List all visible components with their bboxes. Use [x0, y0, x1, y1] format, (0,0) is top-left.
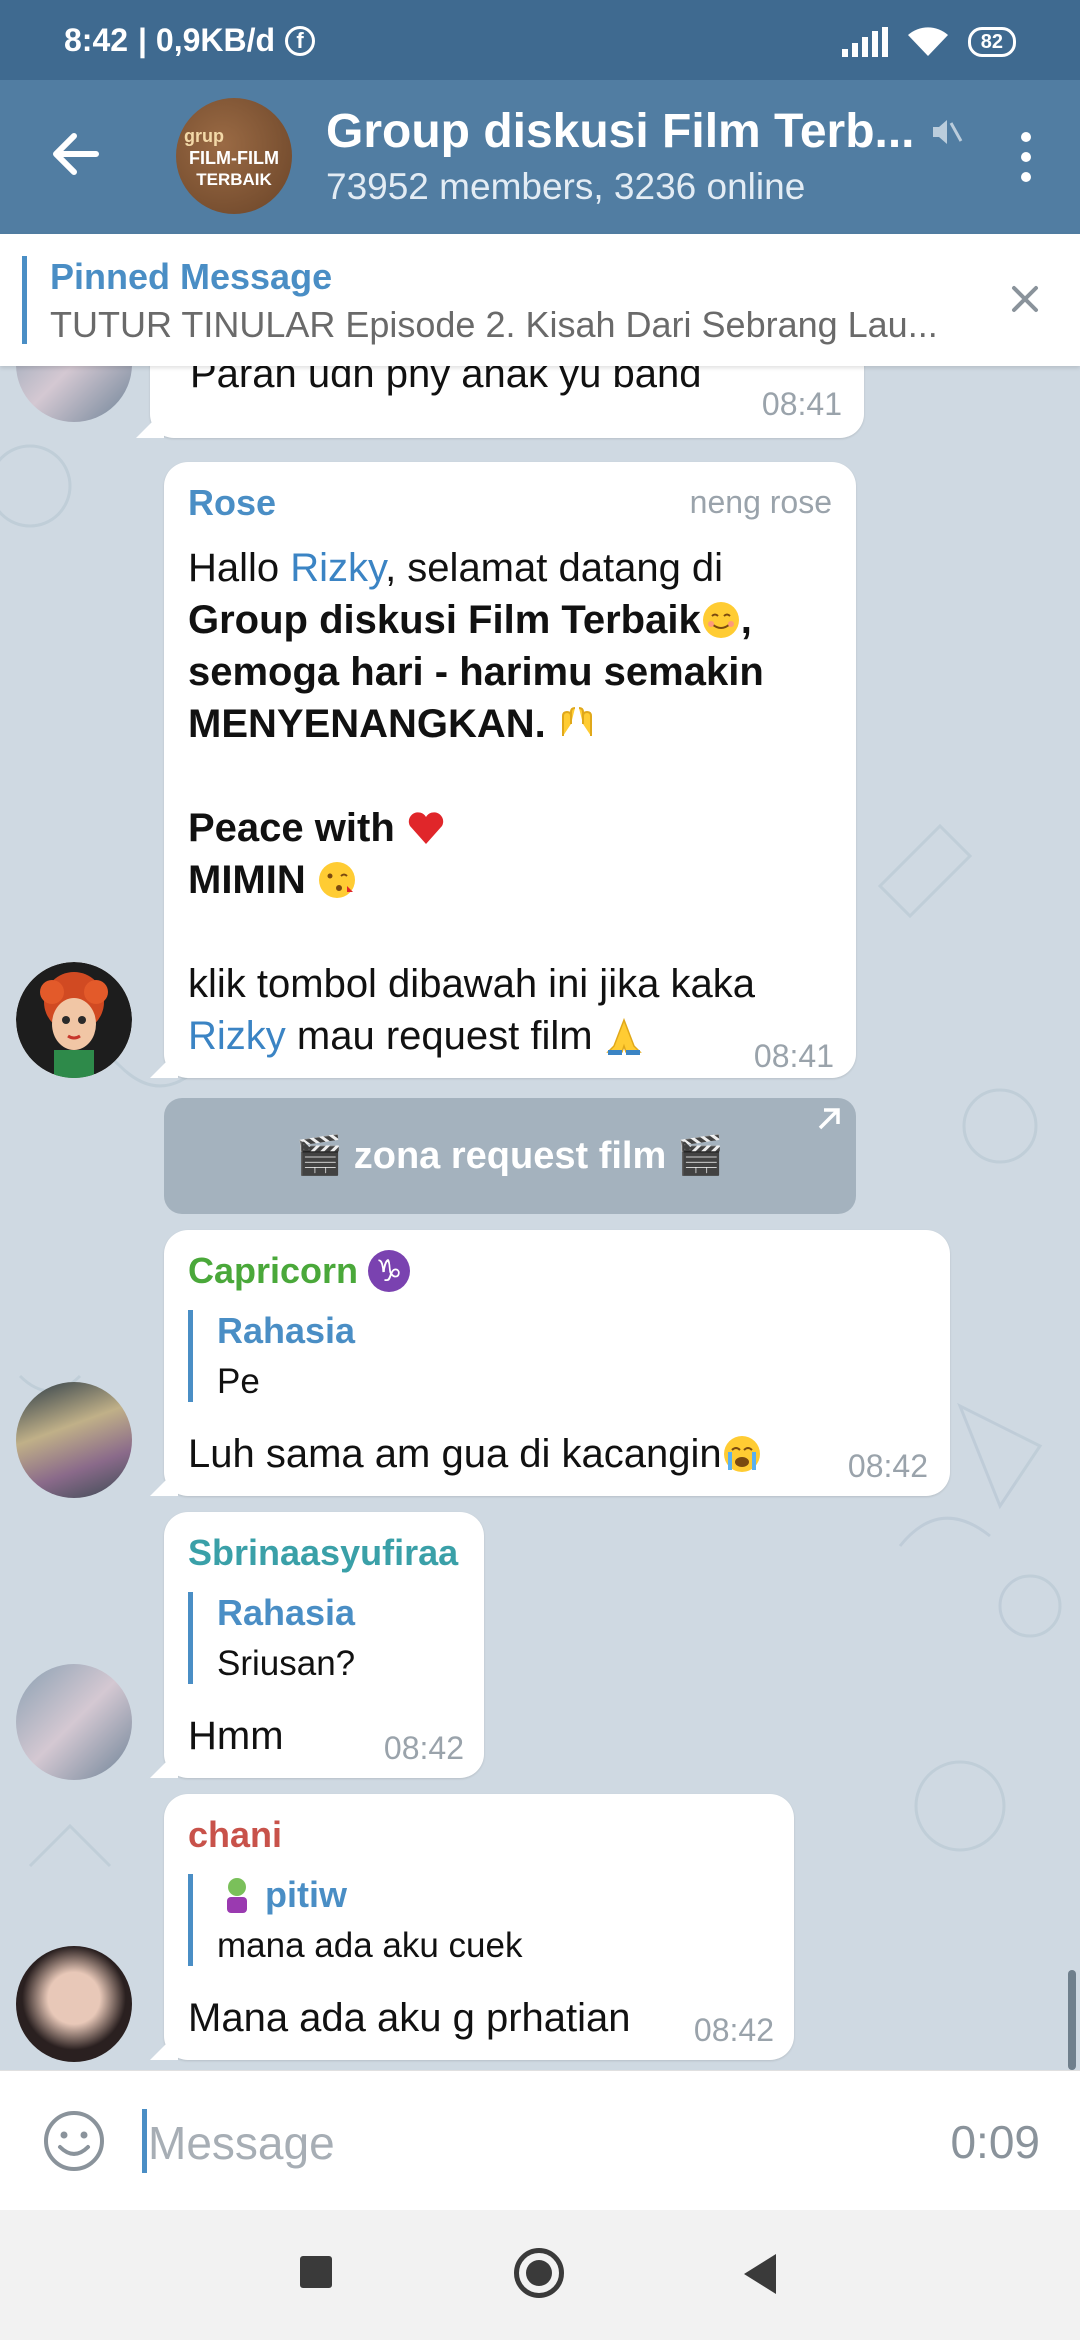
message-input[interactable]: [148, 2111, 908, 2175]
mention-link[interactable]: Rizky: [188, 1014, 286, 1058]
message-time: 08:42: [847, 1448, 928, 1484]
group-avatar-text-3: TERBAIK: [196, 170, 272, 189]
reply-quote[interactable]: pitiw mana ada aku cuek: [188, 1874, 522, 1966]
zombie-emoji-icon: [217, 1875, 257, 1915]
avatar[interactable]: [16, 1946, 132, 2062]
status-time: 8:42: [64, 22, 129, 58]
text-line3: semoga hari - harimu semakin: [188, 650, 764, 694]
pinned-label: Pinned Message: [50, 256, 333, 297]
group-members-count: 73952 members, 3236 online: [326, 166, 806, 207]
avatar[interactable]: [16, 1664, 132, 1780]
pinned-text: TUTUR TINULAR Episode 2. Kisah Dari Sebr…: [50, 304, 938, 345]
text-klik: klik tombol dibawah ini jika kaka: [188, 962, 755, 1006]
message-text: Hmm: [188, 1714, 284, 1758]
signal-icon: [841, 27, 888, 57]
recent-apps-icon[interactable]: [300, 2256, 332, 2288]
message-bubble-chani[interactable]: chani pitiw mana ada aku cuek Mana ada a…: [164, 1794, 794, 2060]
group-avatar[interactable]: grup FILM-FILM TERBAIK: [176, 98, 292, 214]
wifi-icon: [907, 27, 948, 56]
group-avatar-text-2: FILM-FILM: [189, 148, 279, 168]
message-time: 08:41: [761, 386, 842, 422]
more-menu-icon[interactable]: [1006, 132, 1046, 182]
facebook-icon: f: [285, 25, 316, 56]
reply-quote[interactable]: Rahasia Sriusan?: [188, 1592, 355, 1684]
text-line4: MENYENANGKAN.: [188, 702, 546, 746]
text-peace: Peace with: [188, 806, 395, 850]
pinned-message[interactable]: Pinned Message TUTUR TINULAR Episode 2. …: [0, 234, 1080, 366]
message-sender: Rose: [188, 482, 277, 523]
text-mimin: MIMIN: [188, 858, 306, 902]
status-data-rate: | 0,9KB/d: [138, 22, 276, 58]
group-title-text: Group diskusi Film Terb...: [326, 105, 915, 158]
text-request: mau request film: [285, 1014, 593, 1058]
raised-hands-icon: [557, 704, 597, 744]
group-title[interactable]: Group diskusi Film Terb...: [326, 104, 963, 159]
pinned-accent-bar: [22, 256, 27, 344]
message-time: 08:42: [383, 1730, 464, 1766]
message-sender: Capricorn ♑: [188, 1250, 411, 1292]
home-icon[interactable]: [514, 2248, 564, 2298]
status-bar: 8:42 | 0,9KB/d f 82: [0, 0, 1080, 80]
reply-author: pitiw: [265, 1874, 347, 1915]
group-avatar-text-1: grup: [184, 126, 224, 146]
mute-icon: [932, 119, 962, 144]
back-arrow-icon[interactable]: [44, 122, 108, 186]
status-left: 8:42 | 0,9KB/d f: [64, 22, 316, 59]
message-bubble-capricorn[interactable]: Capricorn ♑ Rahasia Pe Luh sama am gua d…: [164, 1230, 950, 1496]
message-input-bar: 0:09: [0, 2070, 1080, 2210]
reply-author-row: pitiw: [217, 1874, 522, 1916]
message-sender: chani: [188, 1814, 283, 1855]
heart-icon: [406, 808, 446, 848]
capricorn-icon: ♑: [368, 1250, 411, 1292]
mention-link[interactable]: Rizky: [290, 546, 385, 590]
avatar[interactable]: [16, 1382, 132, 1498]
reply-text: mana ada aku cuek: [217, 1926, 523, 1965]
rose-avatar-illustration: [16, 962, 132, 1078]
message-bubble[interactable]: Parah udh pny anak yu band 08:41: [150, 366, 864, 438]
back-icon[interactable]: [744, 2254, 776, 2294]
smile-emoji-icon: [701, 600, 741, 640]
zona-request-label: 🎬 zona request film 🎬: [295, 1135, 725, 1177]
chat-header: grup FILM-FILM TERBAIK Group diskusi Fil…: [0, 80, 1080, 234]
slowmode-timer: 0:09: [950, 2116, 1040, 2168]
praying-hands-icon: [604, 1016, 644, 1056]
reply-quote[interactable]: Rahasia Pe: [188, 1310, 355, 1402]
message-bubble-sbrina[interactable]: Sbrinaasyufiraa Rahasia Sriusan? Hmm 08:…: [164, 1512, 484, 1778]
battery-indicator: 82: [967, 27, 1016, 57]
text-group-name: Group diskusi Film Terbaik: [188, 598, 701, 642]
kiss-emoji-icon: [317, 860, 357, 900]
crying-emoji-icon: [722, 1434, 762, 1474]
text-hallo: Hallo: [188, 546, 291, 590]
reply-author: Rahasia: [217, 1310, 356, 1351]
close-icon[interactable]: [1000, 274, 1050, 324]
sender-title: neng rose: [689, 484, 832, 520]
reply-text: Sriusan?: [217, 1644, 356, 1683]
reply-text: Pe: [217, 1362, 260, 1401]
message-time: 08:41: [753, 1038, 834, 1074]
message-bubble-rose[interactable]: Rose neng rose Hallo Rizky, selamat data…: [164, 462, 856, 1078]
message-text: Parah udh pny anak yu band: [190, 366, 702, 396]
reply-author: Rahasia: [217, 1592, 356, 1633]
message-sender: Sbrinaasyufiraa: [188, 1532, 459, 1573]
message-text: Mana ada aku g prhatian: [188, 1996, 631, 2040]
message-text: Luh sama am gua di kacangin: [188, 1428, 762, 1480]
message-time: 08:42: [693, 2012, 774, 2048]
system-nav-bar: [0, 2210, 1080, 2340]
avatar[interactable]: [16, 962, 132, 1078]
message-text: Hallo Rizky, selamat datang di Group dis…: [188, 542, 828, 1062]
emoji-icon[interactable]: [42, 2109, 106, 2173]
chat-scrollbar[interactable]: [1068, 1970, 1076, 2070]
sender-name: Capricorn: [188, 1250, 359, 1291]
zona-request-button[interactable]: 🎬 zona request film 🎬: [164, 1098, 856, 1214]
chat-messages[interactable]: Parah udh pny anak yu band 08:41 Rose ne…: [0, 366, 1080, 2070]
text-cursor: [142, 2109, 147, 2173]
message-body: Luh sama am gua di kacangin: [188, 1432, 722, 1476]
status-right: 82: [841, 26, 1016, 58]
text-welcome: , selamat datang di: [385, 546, 724, 590]
external-arrow-icon: [818, 1108, 840, 1130]
